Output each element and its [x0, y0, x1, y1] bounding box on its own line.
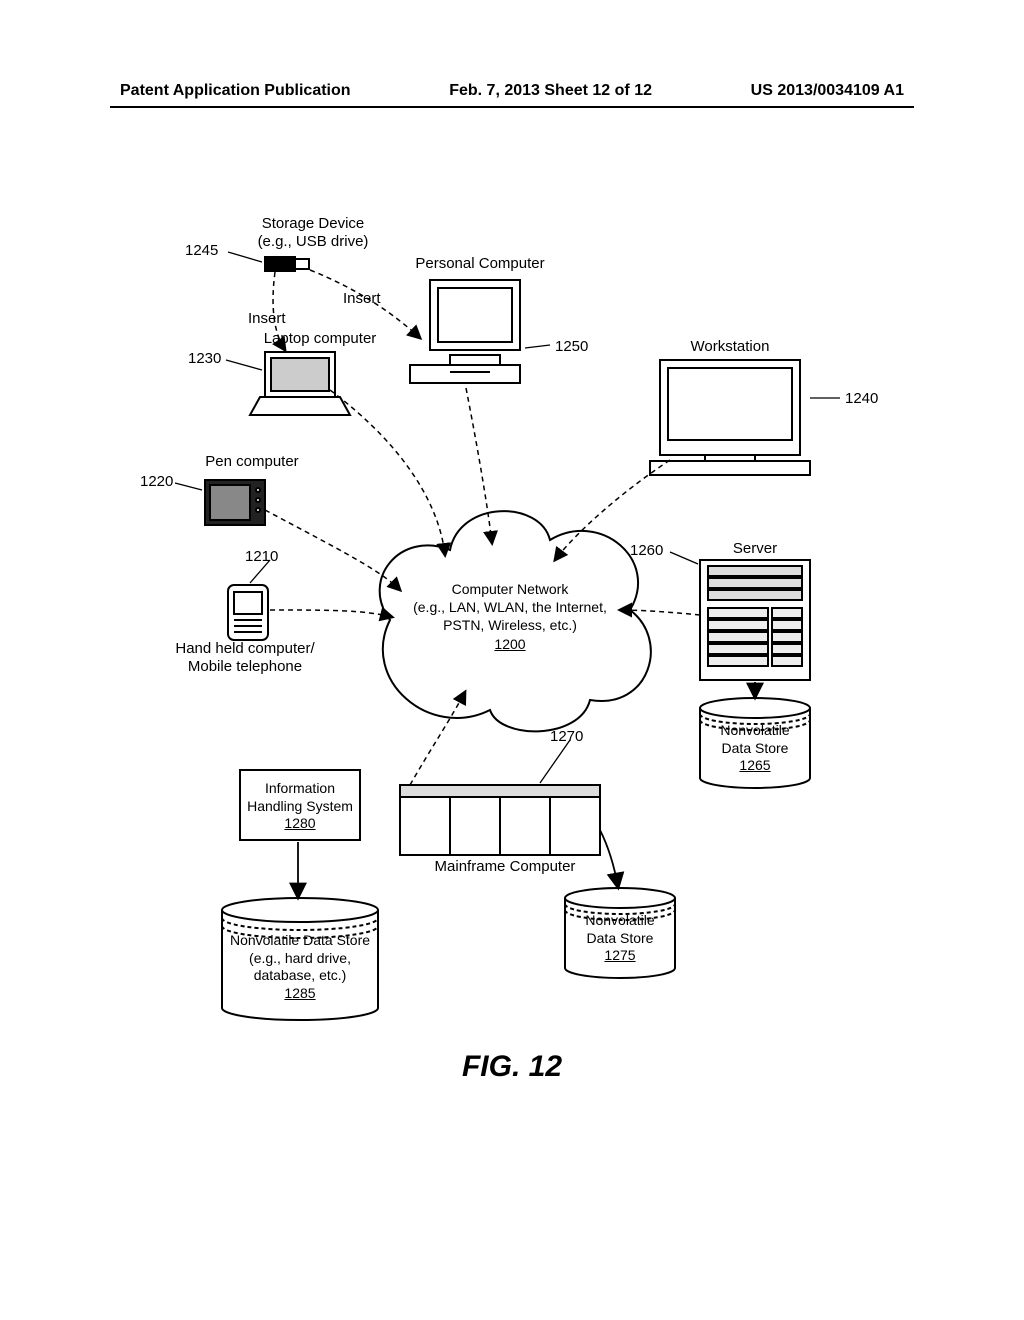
ref-1210: 1210	[245, 548, 278, 565]
label-server: Server	[715, 540, 795, 558]
ref-1240: 1240	[845, 390, 878, 407]
label-storage-device: Storage Device(e.g., USB drive)	[238, 215, 388, 251]
header-rule	[110, 106, 914, 108]
ref-1270: 1270	[550, 728, 583, 745]
ref-1245: 1245	[185, 242, 218, 259]
figure-title: FIG. 12	[0, 1050, 1024, 1084]
ref-1230: 1230	[188, 350, 221, 367]
header-center: Feb. 7, 2013 Sheet 12 of 12	[449, 82, 652, 100]
cloud-label: Computer Network (e.g., LAN, WLAN, the I…	[400, 580, 620, 653]
label-insert-pc: Insert	[343, 290, 381, 308]
label-pen-computer: Pen computer	[192, 453, 312, 471]
label-laptop: Laptop computer	[260, 330, 380, 348]
header-left: Patent Application Publication	[120, 82, 351, 100]
network-diagram: Storage Device(e.g., USB drive) 1245 Per…	[110, 190, 910, 1090]
header-right: US 2013/0034109 A1	[751, 82, 904, 100]
label-nvds-server: Nonvolatile Data Store 1265	[700, 722, 810, 775]
label-personal-computer: Personal Computer	[410, 255, 550, 273]
label-ihs: Information Handling System 1280	[240, 780, 360, 833]
label-mainframe: Mainframe Computer	[430, 858, 580, 876]
label-nvds-ihs: Nonvolatile Data Store (e.g., hard drive…	[222, 932, 378, 1002]
label-workstation: Workstation	[670, 338, 790, 356]
label-handheld: Hand held computer/Mobile telephone	[165, 640, 325, 676]
ref-1260: 1260	[630, 542, 663, 559]
ref-1250: 1250	[555, 338, 588, 355]
label-insert-laptop: Insert	[248, 310, 286, 328]
ref-1220: 1220	[140, 473, 173, 490]
label-nvds-mainframe: Nonvolatile Data Store 1275	[565, 912, 675, 965]
